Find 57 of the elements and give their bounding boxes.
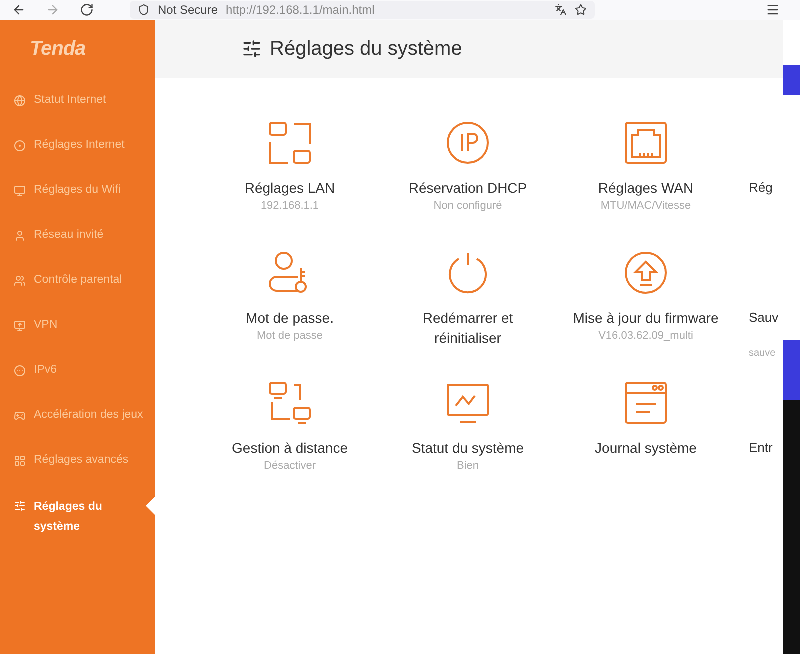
tile-subtitle: sauve [749,347,775,361]
menu-item-icon [14,455,26,467]
tile-subtitle: Mot de passe [256,329,324,344]
settings-icon [242,39,262,59]
tile-title: Redémarrer et réinitialiser [422,309,514,348]
menu-item-icon [14,320,26,332]
translate-icon[interactable] [555,4,567,16]
tile-title[interactable]: Rég [749,178,775,198]
tile-subtitle: 192.168.1.1 [260,199,320,214]
monitors-icon [267,380,313,426]
upload-circle-icon [623,250,669,296]
menu-item-icon [14,410,26,422]
page-title: Réglages du système [270,37,462,62]
tile-title: Gestion à distance [232,439,348,458]
tile-title[interactable]: Entr [749,438,775,458]
back-icon[interactable] [12,3,26,17]
menu-item-icon [14,140,26,152]
url-text: http://192.168.1.1/main.html [226,2,375,19]
reload-icon[interactable] [80,3,94,17]
tile-subtitle: MTU/MAC/Vitesse [600,199,692,214]
logo: Tenda [30,37,86,62]
settings-tile[interactable]: Mise à jour du firmware V16.03.62.09_multi [557,250,735,360]
settings-tile[interactable]: Réservation DHCP Non configuré [379,120,557,230]
tile-title: Mise à jour du firmware [573,309,719,328]
tile-subtitle: Bien [456,459,480,474]
menu-item-icon [14,185,26,197]
tile-title: Réservation DHCP [408,179,528,198]
tile-title: Réglages LAN [244,179,336,198]
menu-item-icon [14,230,26,242]
settings-tile[interactable]: Redémarrer et réinitialiser [379,250,557,360]
settings-tile[interactable]: Journal système [557,380,735,490]
tile-subtitle: Désactiver [264,459,316,474]
menu-item-icon [14,365,26,377]
menu-item-icon [14,500,26,512]
log-window-icon [623,380,669,426]
tile-title: Réglages WAN [598,179,694,198]
ethernet-port-icon [623,120,669,166]
security-label: Not Secure [158,2,218,19]
shield-icon [138,4,150,16]
address-bar[interactable]: Not Secure http://192.168.1.1/main.html [130,1,595,19]
tile-title: Statut du système [412,439,524,458]
pointer-icon [146,497,155,515]
settings-tile[interactable]: Mot de passe. Mot de passe [201,250,379,360]
settings-tile[interactable]: Statut du système Bien [379,380,557,490]
settings-tile[interactable]: Réglages LAN 192.168.1.1 [201,120,379,230]
settings-tile[interactable]: Gestion à distance Désactiver [201,380,379,490]
tile-subtitle: Non configuré [434,199,502,214]
tile-title: Journal système [595,439,697,458]
menu-item-icon [14,275,26,287]
ip-icon [445,120,491,166]
tile-subtitle: V16.03.62.09_multi [598,329,694,344]
squares-icon [267,120,313,166]
star-icon[interactable] [575,4,587,16]
tile-title: Mot de passe. [246,309,334,328]
menu-item-icon [14,95,26,107]
settings-tile[interactable]: Réglages WAN MTU/MAC/Vitesse [557,120,735,230]
menu-icon[interactable] [766,3,780,17]
